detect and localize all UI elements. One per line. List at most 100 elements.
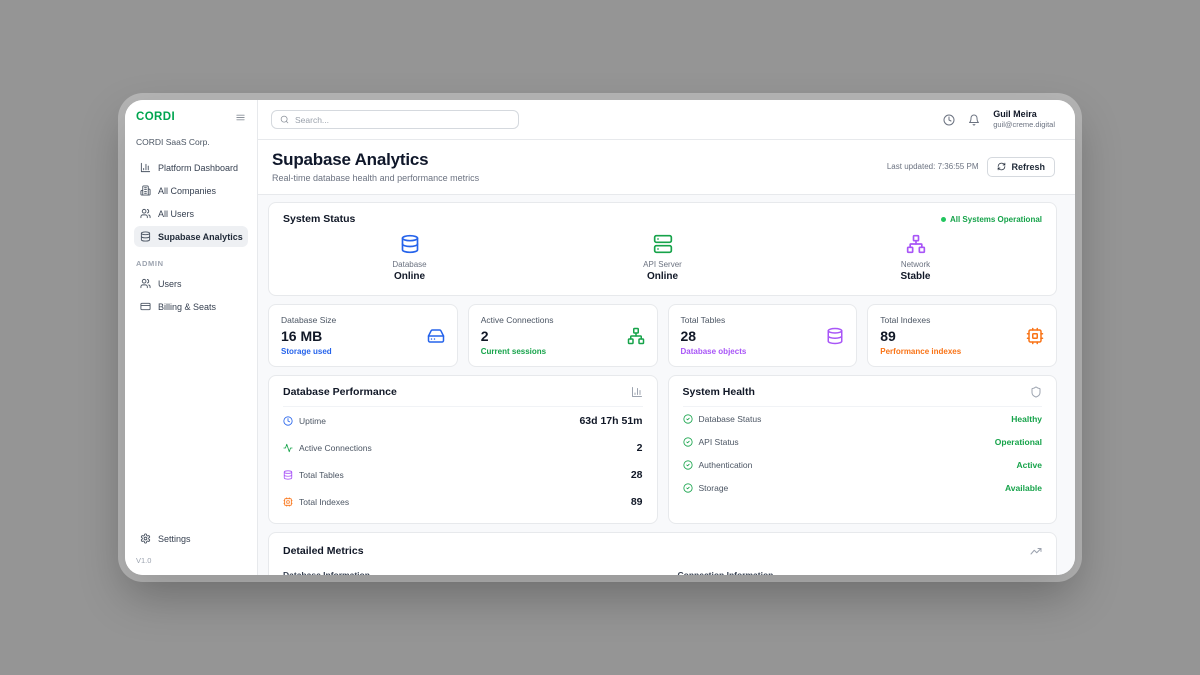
users-icon <box>140 278 151 289</box>
status-item-api-server: API Server Online <box>536 234 789 282</box>
performance-value: 2 <box>637 442 643 454</box>
system-health-card: System Health Database Status Healthy <box>668 375 1058 524</box>
sidebar-item-label: Users <box>158 279 182 289</box>
performance-row-total-indexes: Total Indexes 89 <box>283 488 643 515</box>
building-icon <box>140 185 151 196</box>
column-heading: Connection Information <box>678 570 1043 575</box>
performance-value: 28 <box>631 469 643 481</box>
status-item-label: Network <box>901 260 930 269</box>
check-circle-icon <box>683 483 693 493</box>
app-version: V1.0 <box>136 556 246 565</box>
status-item-network: Network Stable <box>789 234 1042 282</box>
hard-drive-icon <box>427 327 445 345</box>
metric-title: Total Tables <box>681 315 747 325</box>
check-circle-icon <box>683 437 693 447</box>
gear-icon <box>140 533 151 544</box>
health-value: Healthy <box>1011 414 1042 424</box>
sidebar-item-billing-seats[interactable]: Billing & Seats <box>134 296 248 317</box>
page-header: Supabase Analytics Real-time database he… <box>258 140 1075 195</box>
detailed-metrics-card: Detailed Metrics Database Information Da… <box>268 532 1057 575</box>
metric-caption: Performance indexes <box>880 347 961 356</box>
sidebar-item-all-companies[interactable]: All Companies <box>134 180 248 201</box>
sidebar-item-label: All Users <box>158 209 194 219</box>
metric-caption: Storage used <box>281 347 336 356</box>
app-logo: CORDI <box>136 111 175 123</box>
page-title: Supabase Analytics <box>272 150 479 170</box>
health-value: Operational <box>995 437 1042 447</box>
health-label: Authentication <box>699 460 753 470</box>
metric-title: Active Connections <box>481 315 554 325</box>
sidebar-item-label: All Companies <box>158 186 216 196</box>
performance-label: Uptime <box>299 416 326 426</box>
database-icon <box>140 231 151 242</box>
refresh-label: Refresh <box>1011 162 1045 172</box>
search-box[interactable] <box>271 110 519 129</box>
health-label: API Status <box>699 437 739 447</box>
check-circle-icon <box>683 414 693 424</box>
database-information-column: Database Information Database Size: 16 M… <box>283 570 648 575</box>
cpu-icon <box>283 497 293 507</box>
performance-row-active-connections: Active Connections 2 <box>283 434 643 461</box>
sidebar-item-label: Settings <box>158 534 191 544</box>
bell-icon[interactable] <box>968 114 980 126</box>
health-row-authentication: Authentication Active <box>683 453 1043 476</box>
refresh-button[interactable]: Refresh <box>987 157 1055 177</box>
page-subtitle: Real-time database health and performanc… <box>272 173 479 183</box>
bar-chart-icon <box>631 386 643 398</box>
column-heading: Database Information <box>283 570 648 575</box>
sidebar-item-label: Supabase Analytics <box>158 232 243 242</box>
status-item-value: Stable <box>900 271 930 282</box>
database-performance-card: Database Performance Uptime 63d 17h 51m <box>268 375 658 524</box>
system-health-title: System Health <box>683 386 755 398</box>
status-item-value: Online <box>647 271 678 282</box>
sidebar-item-label: Billing & Seats <box>158 302 216 312</box>
page-content: System Status All Systems Operational Da… <box>258 195 1075 575</box>
bar-chart-icon <box>140 162 151 173</box>
connection-information-column: Connection Information Active Connection… <box>678 570 1043 575</box>
health-value: Active <box>1016 460 1042 470</box>
metric-value: 16 MB <box>281 328 336 344</box>
metric-value: 28 <box>681 328 747 344</box>
sidebar-item-settings[interactable]: Settings <box>134 528 248 549</box>
main-area: Guil Meira guil@creme.digital Supabase A… <box>258 100 1075 575</box>
metric-card-total-tables: Total Tables 28 Database objects <box>668 304 858 367</box>
refresh-icon <box>997 162 1006 171</box>
metric-caption: Database objects <box>681 347 747 356</box>
cpu-icon <box>1026 327 1044 345</box>
status-dot-icon <box>941 217 946 222</box>
network-icon <box>627 327 645 345</box>
status-item-label: Database <box>392 260 426 269</box>
search-input[interactable] <box>295 115 510 125</box>
system-status-card: System Status All Systems Operational Da… <box>268 202 1057 296</box>
activity-icon <box>283 443 293 453</box>
status-item-value: Online <box>394 271 425 282</box>
status-item-label: API Server <box>643 260 682 269</box>
performance-label: Total Tables <box>299 470 344 480</box>
clock-icon <box>283 416 293 426</box>
status-item-database: Database Online <box>283 234 536 282</box>
metric-value: 2 <box>481 328 554 344</box>
menu-icon[interactable] <box>235 112 246 123</box>
users-icon <box>140 208 151 219</box>
trending-up-icon <box>1030 545 1042 557</box>
app-window: CORDI CORDI SaaS Corp. Platform Dashboar… <box>125 100 1075 575</box>
health-row-database-status: Database Status Healthy <box>683 407 1043 430</box>
last-updated-text: Last updated: 7:36:55 PM <box>887 162 979 171</box>
performance-label: Total Indexes <box>299 497 349 507</box>
health-row-api-status: API Status Operational <box>683 430 1043 453</box>
status-badge: All Systems Operational <box>941 215 1042 224</box>
health-value: Available <box>1005 483 1042 493</box>
sidebar-item-users[interactable]: Users <box>134 273 248 294</box>
metric-card-database-size: Database Size 16 MB Storage used <box>268 304 458 367</box>
panels-row: Database Performance Uptime 63d 17h 51m <box>268 375 1057 524</box>
performance-value: 89 <box>631 496 643 508</box>
sidebar-item-all-users[interactable]: All Users <box>134 203 248 224</box>
sidebar-item-supabase-analytics[interactable]: Supabase Analytics <box>134 226 248 247</box>
user-block[interactable]: Guil Meira guil@creme.digital <box>993 109 1055 130</box>
system-status-title: System Status <box>283 213 355 225</box>
user-name: Guil Meira <box>993 109 1055 120</box>
metric-title: Database Size <box>281 315 336 325</box>
sidebar-item-platform-dashboard[interactable]: Platform Dashboard <box>134 157 248 178</box>
clock-icon[interactable] <box>943 114 955 126</box>
detailed-metrics-title: Detailed Metrics <box>283 545 364 557</box>
